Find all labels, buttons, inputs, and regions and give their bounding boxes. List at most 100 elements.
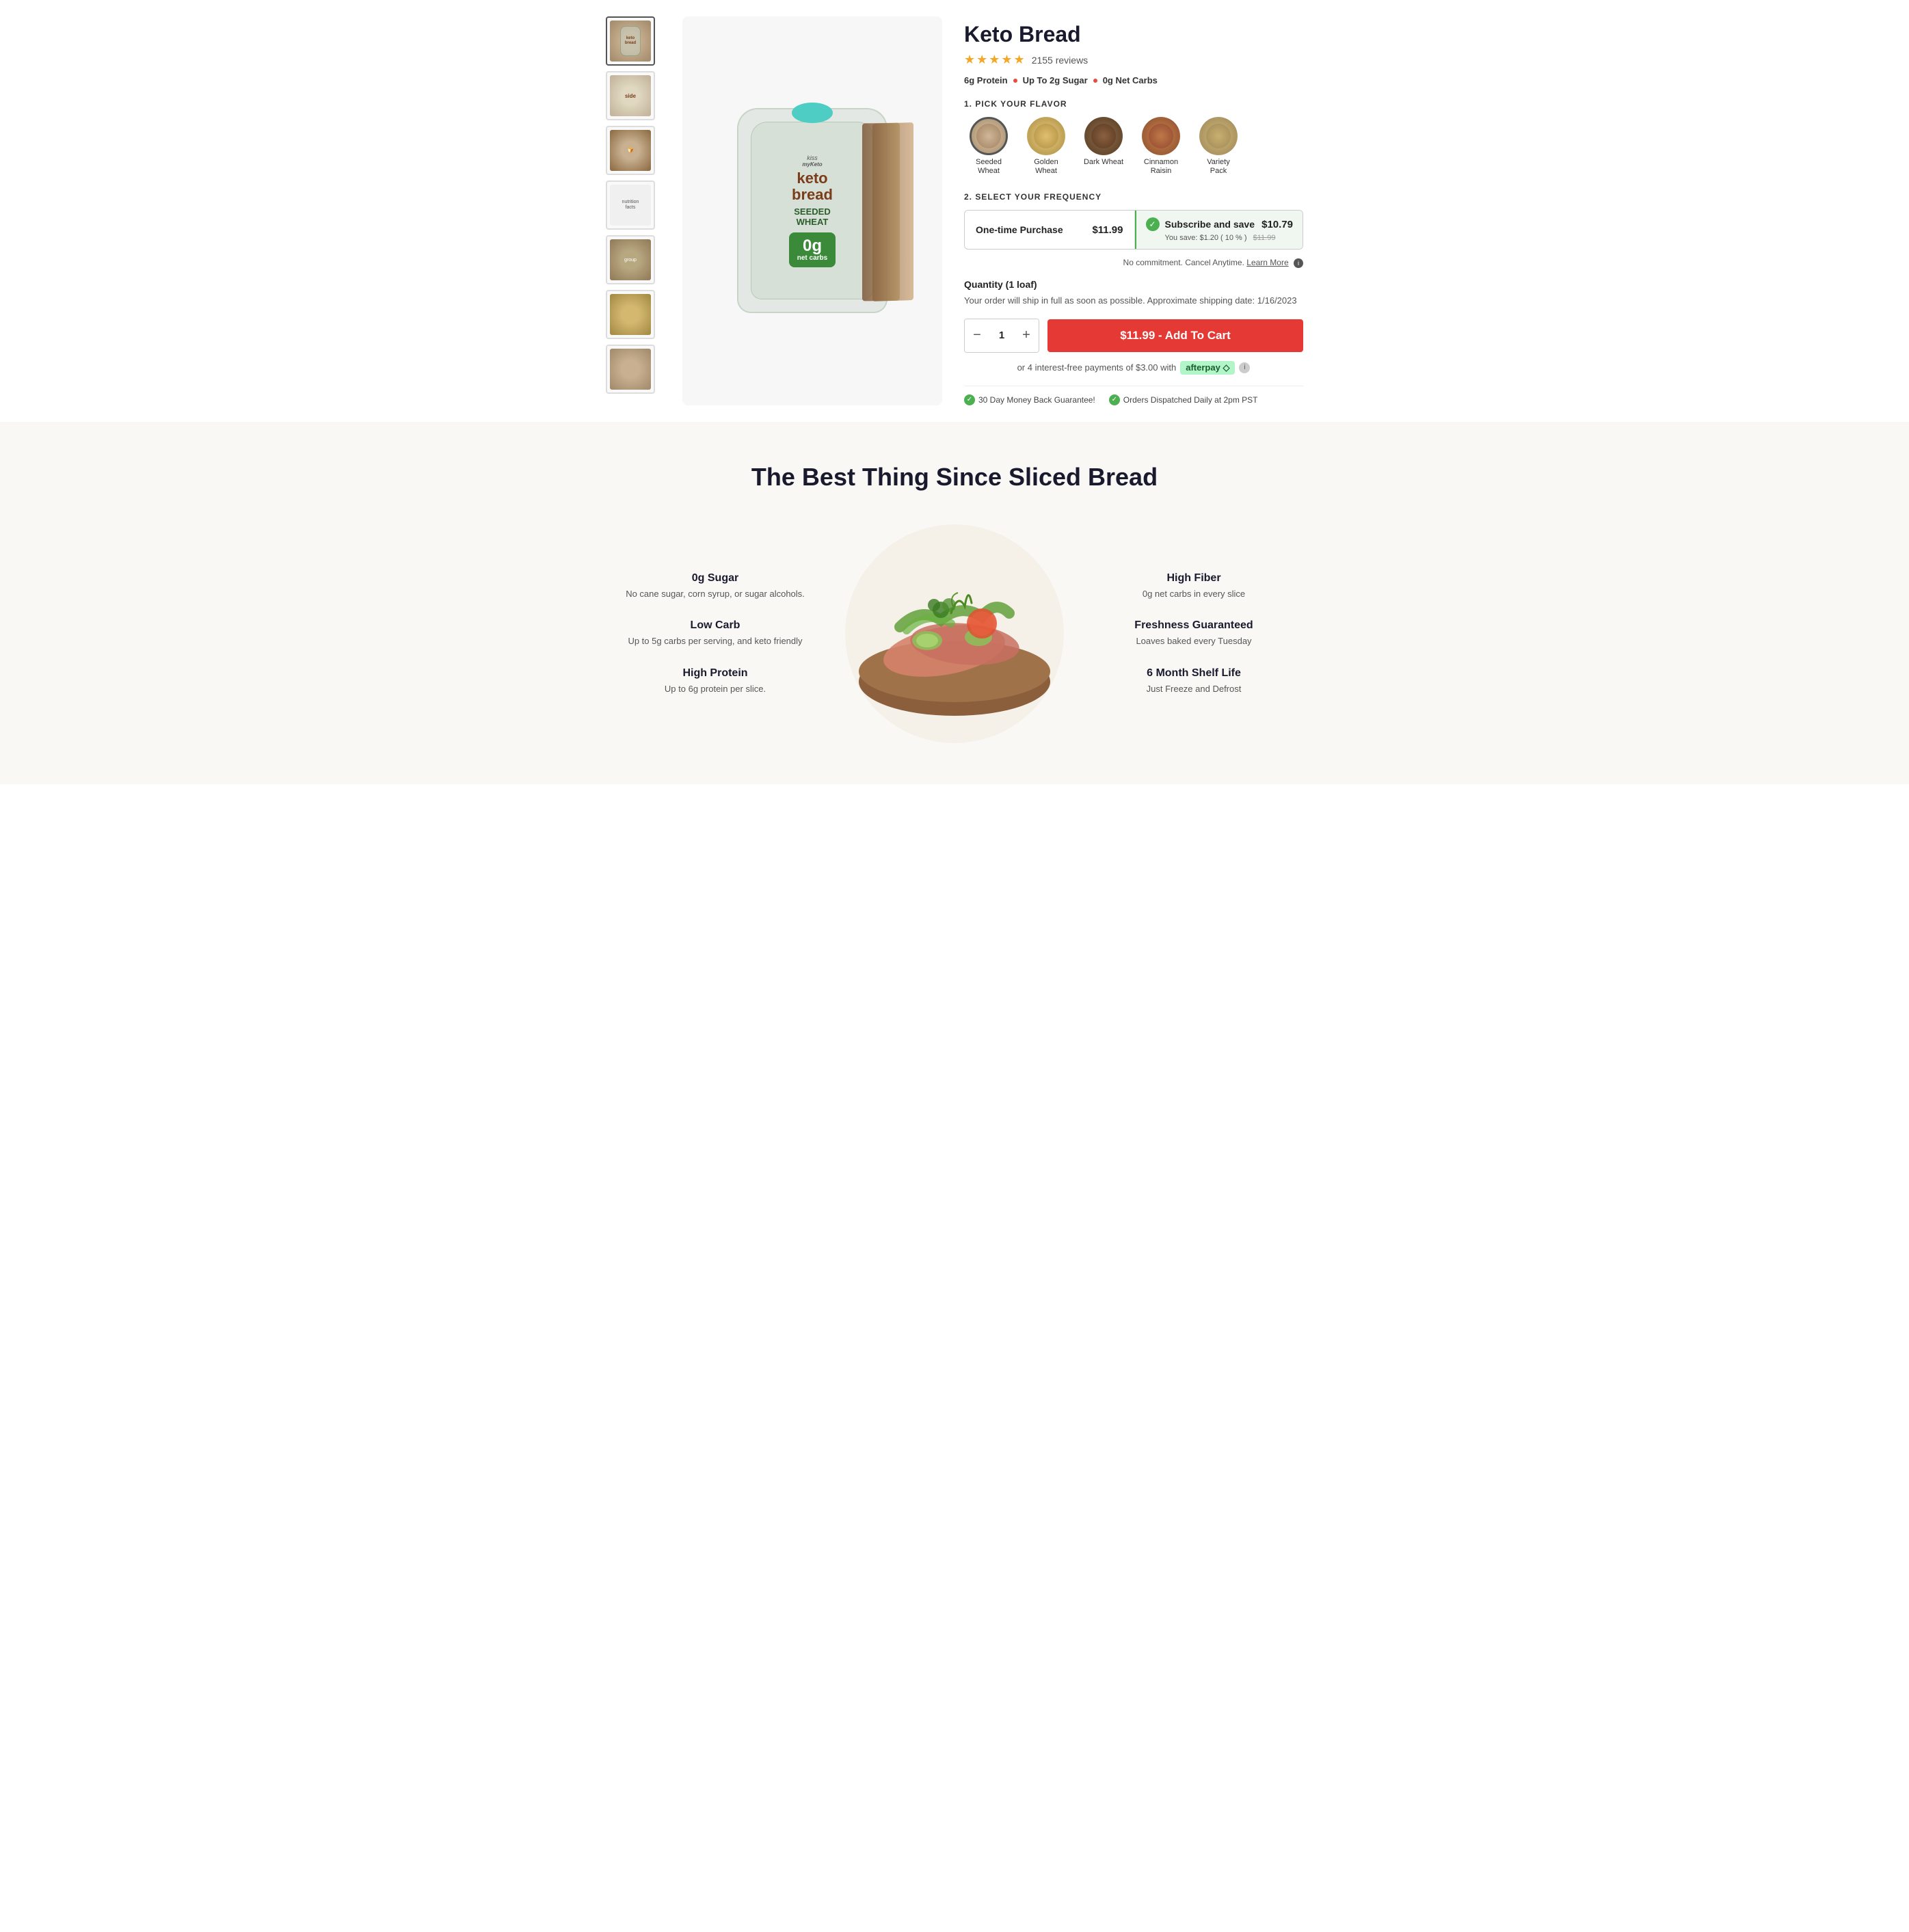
benefit-high-protein: High Protein Up to 6g protein per slice. <box>613 667 818 696</box>
freq-original-price: $11.99 <box>1253 234 1276 242</box>
product-badges: 6g Protein Up To 2g Sugar 0g Net Carbs <box>964 75 1303 85</box>
benefits-right: High Fiber 0g net carbs in every slice F… <box>1091 572 1296 696</box>
benefit-low-carb-title: Low Carb <box>613 619 818 632</box>
product-title: Keto Bread <box>964 22 1303 47</box>
benefit-zero-sugar-title: 0g Sugar <box>613 572 818 585</box>
bag-carbs-badge: 0g net carbs <box>789 232 836 267</box>
freq-one-time-price: $11.99 <box>1092 224 1123 236</box>
freq-selected-icon: ✓ <box>1146 217 1160 231</box>
guarantee-dispatch-text: Orders Dispatched Daily at 2pm PST <box>1123 395 1258 405</box>
flavor-dark-wheat[interactable]: Dark Wheat <box>1079 117 1128 176</box>
add-to-cart-button[interactable]: $11.99 - Add To Cart <box>1047 319 1303 352</box>
flavor-cinnamon-label: CinnamonRaisin <box>1144 158 1178 176</box>
flavor-cinnamon-circle[interactable] <box>1142 117 1180 155</box>
product-info-panel: Keto Bread ★★★★★ 2155 reviews 6g Protein… <box>964 16 1303 405</box>
star-rating: ★★★★★ <box>964 53 1026 67</box>
brand-name: kiss <box>807 155 818 161</box>
thumbnail-1[interactable]: ketobread <box>606 16 655 66</box>
shipping-note: Your order will ship in full as soon as … <box>964 294 1303 308</box>
freq-subscribe[interactable]: ✓ Subscribe and save $10.79 You save: $1… <box>1135 211 1303 249</box>
benefit-shelf-life: 6 Month Shelf Life Just Freeze and Defro… <box>1091 667 1296 696</box>
benefits-left: 0g Sugar No cane sugar, corn syrup, or s… <box>613 572 818 696</box>
guarantee-check-icon-2: ✓ <box>1109 394 1120 405</box>
food-image <box>845 524 1064 743</box>
rating-row: ★★★★★ 2155 reviews <box>964 53 1303 67</box>
thumbnail-2[interactable]: side <box>606 71 655 120</box>
quantity-label: Quantity (1 loaf) <box>964 279 1303 290</box>
thumbnail-6[interactable] <box>606 290 655 339</box>
bag-top-tie <box>792 103 833 123</box>
flavor-golden-circle[interactable] <box>1027 117 1065 155</box>
guarantee-dispatch: ✓ Orders Dispatched Daily at 2pm PST <box>1109 394 1258 405</box>
afterpay-text: or 4 interest-free payments of $3.00 wit… <box>1017 362 1177 373</box>
qty-plus-button[interactable]: + <box>1014 319 1039 352</box>
afterpay-badge: afterpay ◇ <box>1180 361 1235 375</box>
flavor-dark-circle[interactable] <box>1084 117 1123 155</box>
flavor-section-label: 1. PICK YOUR FLAVOR <box>964 99 1303 109</box>
benefits-title: The Best Thing Since Sliced Bread <box>27 463 1882 492</box>
benefit-high-protein-desc: Up to 6g protein per slice. <box>613 682 818 696</box>
thumbnail-3[interactable]: 🍞 <box>606 126 655 175</box>
freq-subscribe-price: $10.79 <box>1261 219 1293 230</box>
qty-value: 1 <box>989 330 1014 341</box>
flavor-cinnamon-raisin[interactable]: CinnamonRaisin <box>1136 117 1186 176</box>
benefit-freshness-title: Freshness Guaranteed <box>1091 619 1296 632</box>
thumbnail-7[interactable] <box>606 345 655 394</box>
quantity-control: − 1 + <box>964 319 1039 353</box>
flavor-dark-label: Dark Wheat <box>1084 158 1123 167</box>
flavor-golden-wheat[interactable]: GoldenWheat <box>1022 117 1071 176</box>
no-commitment-text: No commitment. Cancel Anytime. Learn Mor… <box>964 258 1303 268</box>
badge-protein: 6g Protein <box>964 75 1008 85</box>
badge-sugar: Up To 2g Sugar <box>1023 75 1088 85</box>
guarantee-money-back-text: 30 Day Money Back Guarantee! <box>978 395 1095 405</box>
thumbnail-4[interactable]: nutritionfacts <box>606 180 655 230</box>
benefit-freshness: Freshness Guaranteed Loaves baked every … <box>1091 619 1296 648</box>
qty-minus-button[interactable]: − <box>965 319 989 352</box>
review-count: 2155 reviews <box>1032 55 1089 66</box>
freq-subscribe-sub: You save: $1.20 ( 10 % ) $11.99 <box>1146 234 1276 242</box>
benefit-shelf-life-title: 6 Month Shelf Life <box>1091 667 1296 680</box>
thumbnail-5[interactable]: group <box>606 235 655 284</box>
product-section: ketobread side 🍞 nutritionfacts group <box>578 0 1331 422</box>
frequency-section-label: 2. SELECT YOUR FREQUENCY <box>964 192 1303 202</box>
benefit-zero-sugar-desc: No cane sugar, corn syrup, or sugar alco… <box>613 587 818 601</box>
bag-flavor-name: SEEDEDWHEAT <box>794 206 830 227</box>
learn-more-link[interactable]: Learn More <box>1246 258 1288 267</box>
guarantee-money-back: ✓ 30 Day Money Back Guarantee! <box>964 394 1095 405</box>
benefit-low-carb-desc: Up to 5g carbs per serving, and keto fri… <box>613 634 818 648</box>
flavor-golden-label: GoldenWheat <box>1034 158 1058 176</box>
benefit-high-fiber-desc: 0g net carbs in every slice <box>1091 587 1296 601</box>
flavor-variety-label: VarietyPack <box>1207 158 1229 176</box>
benefits-layout: 0g Sugar No cane sugar, corn syrup, or s… <box>613 524 1296 743</box>
flavor-picker: SeededWheat GoldenWheat Dark Wheat <box>964 117 1303 176</box>
freq-one-time[interactable]: One-time Purchase $11.99 <box>965 211 1135 249</box>
bread-bag-visual: kiss myKeto ketobread SEEDEDWHEAT 0g net… <box>737 108 887 313</box>
benefit-high-protein-title: High Protein <box>613 667 818 680</box>
cart-row: − 1 + $11.99 - Add To Cart <box>964 319 1303 353</box>
freq-subscribe-label: Subscribe and save <box>1165 219 1255 230</box>
benefit-high-fiber-title: High Fiber <box>1091 572 1296 585</box>
thumbnail-list: ketobread side 🍞 nutritionfacts group <box>606 16 660 405</box>
flavor-variety-circle[interactable] <box>1199 117 1238 155</box>
flavor-seeded-wheat[interactable]: SeededWheat <box>964 117 1013 176</box>
badge-dot-1 <box>1013 79 1017 83</box>
benefit-zero-sugar: 0g Sugar No cane sugar, corn syrup, or s… <box>613 572 818 601</box>
info-icon: i <box>1294 258 1303 268</box>
flavor-seeded-circle[interactable] <box>970 117 1008 155</box>
flavor-variety-pack[interactable]: VarietyPack <box>1194 117 1243 176</box>
guarantee-check-icon-1: ✓ <box>964 394 975 405</box>
frequency-picker: One-time Purchase $11.99 ✓ Subscribe and… <box>964 210 1303 250</box>
benefit-low-carb: Low Carb Up to 5g carbs per serving, and… <box>613 619 818 648</box>
guarantees-row: ✓ 30 Day Money Back Guarantee! ✓ Orders … <box>964 386 1303 405</box>
badge-carbs: 0g Net Carbs <box>1103 75 1158 85</box>
benefit-shelf-life-desc: Just Freeze and Defrost <box>1091 682 1296 696</box>
main-product-image: kiss myKeto ketobread SEEDEDWHEAT 0g net… <box>682 16 942 405</box>
badge-dot-2 <box>1093 79 1097 83</box>
flavor-seeded-label: SeededWheat <box>976 158 1002 176</box>
afterpay-row: or 4 interest-free payments of $3.00 wit… <box>964 361 1303 375</box>
freq-one-time-label: One-time Purchase <box>976 224 1063 235</box>
benefits-section: The Best Thing Since Sliced Bread 0g Sug… <box>0 422 1909 784</box>
afterpay-info-icon: i <box>1239 362 1250 373</box>
benefit-freshness-desc: Loaves baked every Tuesday <box>1091 634 1296 648</box>
benefit-high-fiber: High Fiber 0g net carbs in every slice <box>1091 572 1296 601</box>
